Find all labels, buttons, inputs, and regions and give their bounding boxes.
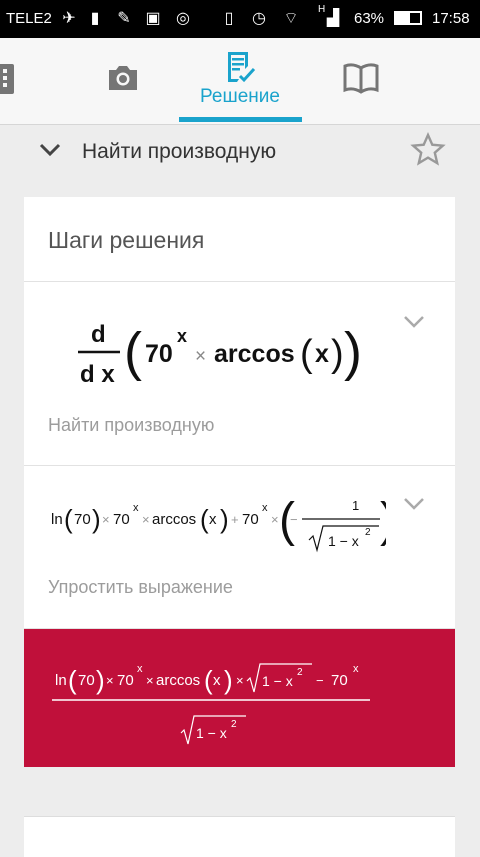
math-symbol: 70 — [74, 511, 91, 528]
math-symbol: ( — [68, 665, 77, 695]
solution-steps-card: Шаги решения d d x ( 70 x × arccos ( x )… — [24, 197, 455, 767]
math-symbol: x — [353, 663, 359, 675]
math-symbol: 70 — [117, 672, 134, 689]
math-symbol: ) — [220, 504, 229, 534]
d-numerator: d — [91, 321, 106, 348]
carrier-label: TELE2 — [6, 10, 52, 27]
step-2-formula: ln ( 70 ) × 70 x × arccos ( x ) + 70 x ×… — [51, 494, 386, 553]
math-symbol: 70 — [331, 672, 348, 689]
math-symbol: 70 — [113, 511, 130, 528]
math-symbol: ) — [224, 665, 233, 695]
active-tab-indicator — [179, 117, 302, 122]
math-symbol: x — [262, 502, 268, 514]
step-1-chevron-down-icon[interactable] — [402, 314, 426, 330]
sync-icon: ◎ — [176, 10, 190, 27]
math-symbol: 70 — [242, 511, 259, 528]
problem-title[interactable]: Найти производную — [82, 140, 276, 164]
paren-right: ) — [344, 322, 362, 382]
math-symbol: 1 — [352, 498, 359, 513]
math-symbol: × — [102, 512, 110, 527]
vibrate-icon: ▯ — [224, 10, 234, 27]
math-symbol: + — [231, 512, 239, 527]
math-symbol: 2 — [297, 667, 303, 678]
notification-icon: ✈ — [62, 10, 76, 27]
solution-icon[interactable] — [220, 48, 260, 88]
math-symbol: arccos — [152, 511, 196, 528]
clock: 17:58 — [432, 10, 470, 27]
chevron-down-icon[interactable] — [38, 142, 62, 158]
step-2-label: Упростить выражение — [48, 577, 233, 597]
math-symbol: ( — [200, 504, 209, 534]
inner-paren-right: ) — [331, 333, 344, 375]
math-symbol: × — [236, 673, 244, 688]
step-1-label: Найти производную — [48, 415, 215, 435]
final-result: ln ( 70 ) × 70 x × arccos ( x ) × 1 − x … — [24, 629, 455, 767]
dx-denominator: d x — [80, 361, 115, 388]
battery-saver-icon: ▮ — [90, 10, 100, 27]
math-symbol: × — [142, 512, 150, 527]
math-symbol: 2 — [231, 719, 237, 730]
math-symbol: x — [133, 502, 139, 514]
math-symbol: × — [106, 673, 114, 688]
math-symbol: − — [316, 673, 324, 688]
calculator-icon[interactable] — [0, 60, 28, 100]
battery-icon — [394, 11, 422, 25]
step-simplify[interactable]: ln ( 70 ) × 70 x × arccos ( x ) + 70 x ×… — [24, 466, 455, 629]
math-symbol: ( — [64, 504, 73, 534]
math-symbol: 2 — [365, 527, 371, 538]
next-card — [24, 816, 455, 857]
tab-solution[interactable]: Решение — [180, 86, 300, 108]
math-symbol: 1 − x — [328, 533, 359, 549]
problem-header: Найти производную — [0, 124, 480, 184]
math-symbol: x — [137, 663, 143, 675]
cleaner-icon: ✎ — [117, 10, 131, 27]
math-symbol: 70 — [78, 672, 95, 689]
paren-left: ( — [124, 322, 142, 382]
favorite-star-icon[interactable] — [410, 132, 446, 168]
math-symbol: arccos — [156, 672, 200, 689]
math-symbol: − — [290, 512, 298, 527]
math-symbol: x — [209, 511, 217, 528]
toolbar: Решение — [0, 38, 480, 125]
argument: x — [315, 340, 329, 368]
result-formula: ln ( 70 ) × 70 x × arccos ( x ) × 1 − x … — [52, 663, 370, 745]
math-symbol: ) — [96, 665, 105, 695]
wifi-icon: ⌔ — [283, 10, 299, 27]
math-symbol: ) — [92, 504, 101, 534]
base-value: 70 — [145, 340, 173, 368]
steps-title: Шаги решения — [48, 227, 205, 253]
signal-icon: ▟ — [326, 10, 340, 27]
math-symbol: ln — [51, 511, 63, 528]
exponent: x — [177, 326, 187, 346]
inner-paren-left: ( — [300, 333, 313, 375]
alarm-icon: ◷ — [252, 10, 266, 27]
steps-card-header: Шаги решения — [24, 197, 455, 282]
book-icon[interactable] — [341, 58, 381, 98]
math-symbol: ) — [380, 494, 386, 547]
math-symbol: × — [146, 673, 154, 688]
math-symbol: 1 − x — [262, 673, 293, 689]
math-symbol: x — [213, 672, 221, 689]
math-symbol: ln — [55, 672, 67, 689]
image-icon: ▣ — [145, 10, 161, 27]
camera-icon[interactable] — [103, 58, 143, 98]
math-symbol: ( — [204, 665, 213, 695]
times-sign: × — [195, 346, 206, 367]
function-name: arccos — [214, 340, 295, 368]
status-bar: TELE2 ✈ ▮ ✎ ▣ ◎ ▯ ◷ ⌔ H ▟ 63% 17:58 — [0, 0, 480, 38]
math-symbol: × — [271, 512, 279, 527]
math-symbol: 1 − x — [196, 725, 227, 741]
step-1-formula: d d x ( 70 x × arccos ( x ) ) — [78, 321, 362, 388]
battery-percent: 63% — [354, 10, 385, 27]
step-2-chevron-down-icon[interactable] — [402, 496, 426, 512]
step-find-derivative[interactable]: d d x ( 70 x × arccos ( x ) ) Найти прои… — [24, 282, 455, 466]
